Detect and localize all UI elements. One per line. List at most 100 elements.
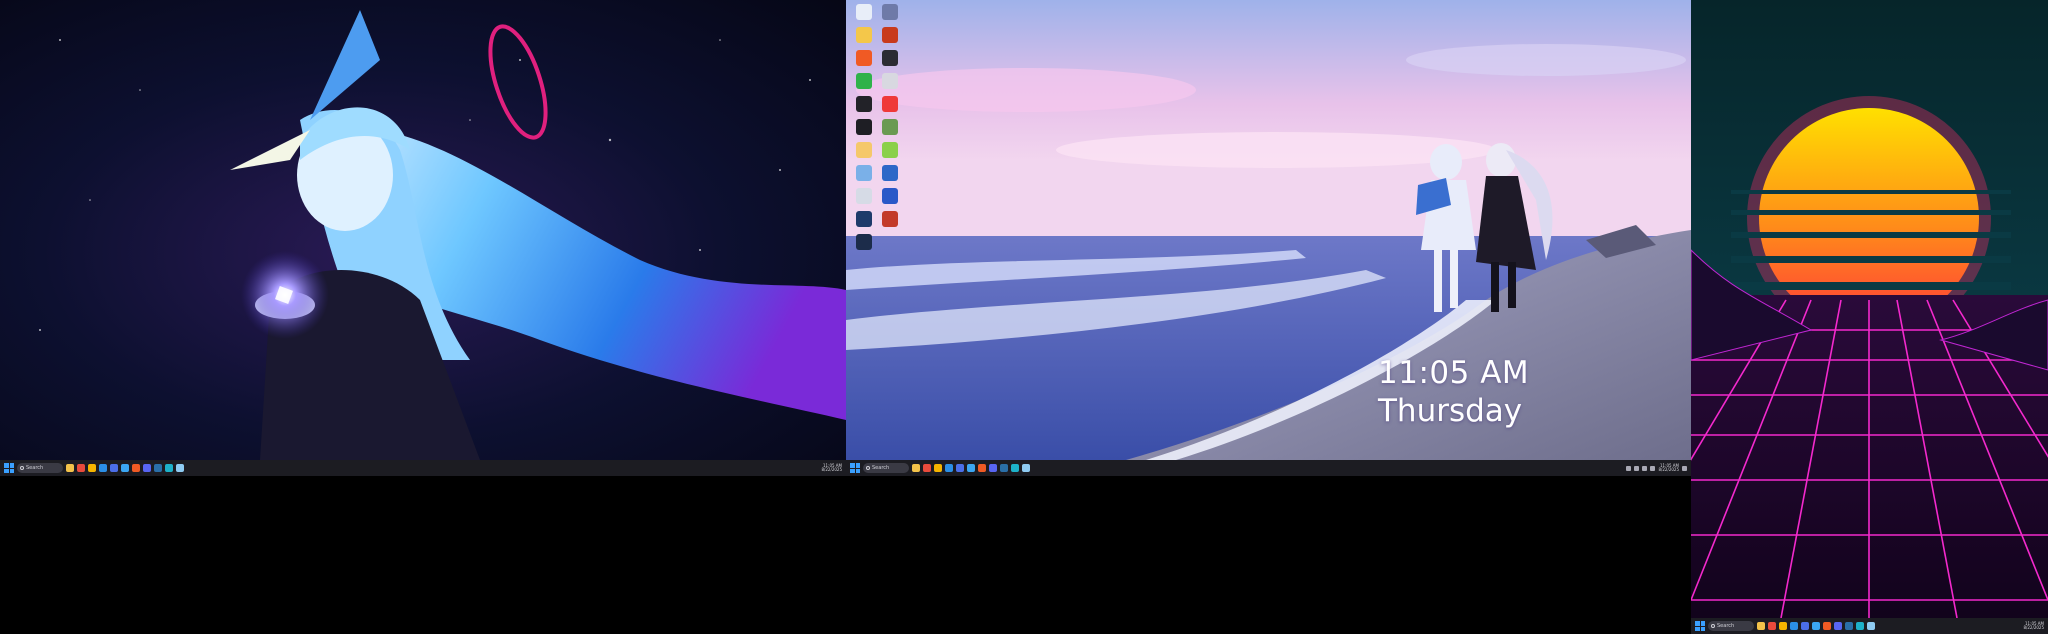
desktop-icon[interactable]: [878, 50, 902, 66]
system-tray: 11:05 AM 8/22/2025: [2023, 621, 2044, 631]
desktop-icon-grid: [852, 4, 902, 250]
edge-icon[interactable]: [1011, 464, 1019, 472]
desktop-icon[interactable]: [852, 234, 876, 250]
desktop-icon[interactable]: [852, 142, 876, 158]
search-icon: [866, 466, 870, 470]
character-icon: [882, 73, 898, 89]
desktop-icon[interactable]: [878, 165, 902, 181]
volume-icon[interactable]: [1642, 465, 1648, 471]
desktop-icon[interactable]: [878, 73, 902, 89]
discord-icon[interactable]: [989, 464, 997, 472]
file-explorer-icon[interactable]: [66, 464, 74, 472]
clock-widget-time: 11:05 AM: [1378, 355, 1530, 391]
folder-icon[interactable]: [1779, 622, 1787, 630]
taskbar-clock[interactable]: 11:05 AM 8/22/2025: [1658, 463, 1679, 473]
file-explorer-icon[interactable]: [1757, 622, 1765, 630]
mail-icon[interactable]: [956, 464, 964, 472]
game-icon: [882, 27, 898, 43]
wallpaper-beach-anime: [846, 0, 1691, 460]
notepad-icon[interactable]: [176, 464, 184, 472]
desktop-icon[interactable]: [852, 165, 876, 181]
file-explorer-icon[interactable]: [912, 464, 920, 472]
taskbar-clock[interactable]: 11:05 AM 8/22/2025: [821, 463, 842, 473]
desktop-icon[interactable]: [852, 119, 876, 135]
taskbar-clock[interactable]: 11:05 AM 8/22/2025: [2023, 621, 2044, 631]
brave-icon[interactable]: [978, 464, 986, 472]
start-button[interactable]: [850, 463, 860, 473]
monitor-middle: 11:05 AM Thursday Search 11:05 AM 8/22/2…: [846, 0, 1691, 476]
desktop-icon[interactable]: [852, 188, 876, 204]
app-leaf-icon: [882, 142, 898, 158]
desktop-icon[interactable]: [878, 96, 902, 112]
desktop-icon[interactable]: [878, 211, 902, 227]
desktop-icon[interactable]: [852, 27, 876, 43]
app-navy-icon: [856, 234, 872, 250]
desktop-icon[interactable]: [852, 211, 876, 227]
desktop-icon[interactable]: [852, 4, 876, 20]
app-green-icon: [856, 73, 872, 89]
clock-widget: 11:05 AM Thursday: [1378, 354, 1529, 430]
search-input[interactable]: Search: [1708, 621, 1754, 631]
taskbar-middle: Search 11:05 AM 8/22/2025: [846, 460, 1691, 476]
search-icon: [20, 466, 24, 470]
discord-icon[interactable]: [1834, 622, 1842, 630]
desktop-icon[interactable]: [878, 188, 902, 204]
drive-icon: [856, 165, 872, 181]
desktop-icon[interactable]: [878, 119, 902, 135]
wallpaper-synthwave: [1691, 0, 2048, 618]
notepad-icon[interactable]: [1022, 464, 1030, 472]
vscode-icon[interactable]: [945, 464, 953, 472]
brave-icon[interactable]: [1823, 622, 1831, 630]
photos-icon[interactable]: [967, 464, 975, 472]
vscode-icon[interactable]: [99, 464, 107, 472]
start-button[interactable]: [1695, 621, 1705, 631]
obs-icon: [882, 50, 898, 66]
desktop-icon[interactable]: [852, 96, 876, 112]
start-button[interactable]: [4, 463, 14, 473]
monitor-left: Search 11:05 AM 8/22/2025: [0, 0, 846, 476]
desktop-icon[interactable]: [878, 142, 902, 158]
app-red-icon: [882, 211, 898, 227]
desktop-icon[interactable]: [878, 4, 902, 20]
app-icon: [882, 4, 898, 20]
recycle-bin-icon: [856, 4, 872, 20]
network-icon[interactable]: [1634, 465, 1640, 471]
desktop-icon[interactable]: [878, 27, 902, 43]
folder-icon[interactable]: [934, 464, 942, 472]
taskbar-right: Search 11:05 AM 8/22/2025: [1691, 618, 2048, 634]
photos-icon[interactable]: [121, 464, 129, 472]
chrome-icon[interactable]: [1768, 622, 1776, 630]
notification-icon[interactable]: [1682, 465, 1687, 471]
brave-icon[interactable]: [132, 464, 140, 472]
clock-widget-day: Thursday: [1378, 393, 1523, 429]
chrome-icon[interactable]: [923, 464, 931, 472]
smiley-app-icon: [856, 27, 872, 43]
vscode-icon[interactable]: [1790, 622, 1798, 630]
monitor-right: Search 11:05 AM 8/22/2025: [1691, 0, 2048, 634]
chevron-up-icon[interactable]: [1626, 465, 1632, 471]
steam-icon[interactable]: [1845, 622, 1853, 630]
search-input[interactable]: Search: [863, 463, 909, 473]
chrome-icon[interactable]: [77, 464, 85, 472]
edge-icon[interactable]: [1856, 622, 1864, 630]
notepad-icon[interactable]: [1867, 622, 1875, 630]
pinned-apps: [912, 464, 1030, 472]
steam-icon[interactable]: [154, 464, 162, 472]
discord-icon[interactable]: [143, 464, 151, 472]
mail-icon[interactable]: [110, 464, 118, 472]
mail-icon[interactable]: [1801, 622, 1809, 630]
brave-icon: [856, 50, 872, 66]
steam-icon[interactable]: [1000, 464, 1008, 472]
edge-icon[interactable]: [165, 464, 173, 472]
wallpaper-space-anime: [0, 0, 846, 460]
battery-icon[interactable]: [1650, 465, 1656, 471]
search-input[interactable]: Search: [17, 463, 63, 473]
desktop-icon[interactable]: [852, 73, 876, 89]
desktop-icon[interactable]: [852, 50, 876, 66]
vivaldi-icon: [882, 96, 898, 112]
disk-icon: [856, 188, 872, 204]
app-multi-icon: [882, 119, 898, 135]
folder-icon[interactable]: [88, 464, 96, 472]
photos-icon[interactable]: [1812, 622, 1820, 630]
monitor-icon: [882, 165, 898, 181]
